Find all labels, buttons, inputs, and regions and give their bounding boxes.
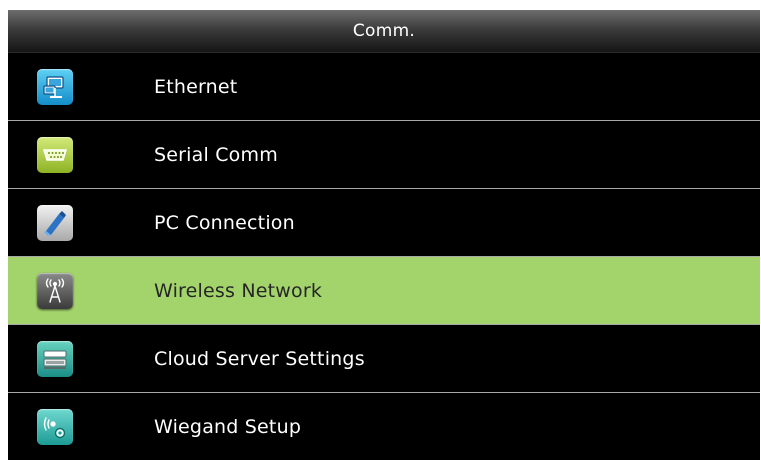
menu-item-pc-connection[interactable]: PC Connection [8, 189, 760, 257]
menu-item-label: Wiegand Setup [154, 415, 302, 438]
menu-item-label: Serial Comm [154, 143, 278, 166]
menu-item-wireless-network[interactable]: Wireless Network [8, 257, 760, 325]
comm-menu: Ethernet Serial Comm PC Connection Wirel… [8, 53, 760, 460]
title-bar: Comm. [8, 10, 760, 53]
serial-port-icon [37, 136, 73, 173]
menu-item-wiegand-setup[interactable]: Wiegand Setup [8, 393, 760, 460]
menu-item-label: Cloud Server Settings [154, 347, 365, 370]
wireless-antenna-icon [37, 272, 73, 309]
cloud-server-icon [37, 340, 73, 377]
menu-item-label: Wireless Network [154, 279, 323, 302]
comm-screen: Comm. Ethernet Serial Comm PC Connection… [8, 10, 760, 460]
menu-item-label: Ethernet [154, 75, 238, 98]
pc-connection-icon [37, 204, 73, 241]
page-title: Comm. [352, 21, 416, 41]
ethernet-icon [37, 68, 73, 105]
menu-item-serial-comm[interactable]: Serial Comm [8, 121, 760, 189]
menu-item-label: PC Connection [154, 211, 295, 234]
menu-item-cloud-server-settings[interactable]: Cloud Server Settings [8, 325, 760, 393]
menu-item-ethernet[interactable]: Ethernet [8, 53, 760, 121]
wiegand-icon [37, 408, 73, 445]
